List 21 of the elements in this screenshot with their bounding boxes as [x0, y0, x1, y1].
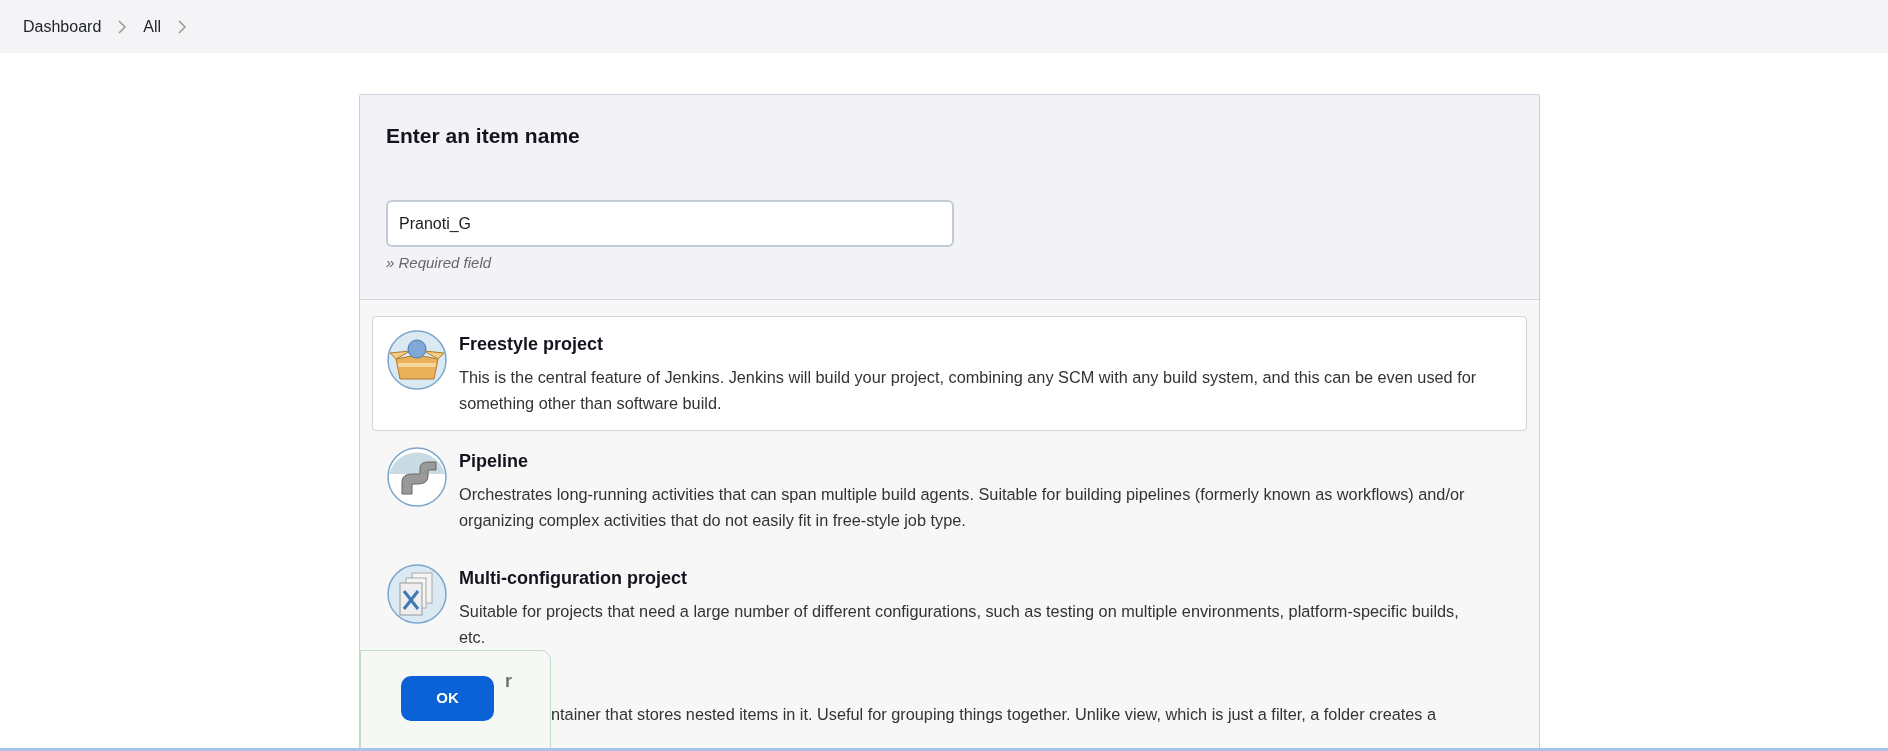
- item-type-title: Freestyle project: [459, 332, 605, 356]
- item-type-description: ntainer that stores nested items in it. Useful for grouping things together. Unlike view, which is just a filter, a folder creates a: [550, 703, 1438, 725]
- required-hint: » Required field: [386, 253, 493, 274]
- item-type-title: r: [504, 669, 513, 693]
- item-type-description: Suitable for projects that need a large number of different configurations, such as testing on multiple environments, platform-specific builds, etc.: [459, 600, 1460, 648]
- box-icon: [386, 328, 448, 391]
- breadcrumb-link[interactable]: Dashboard: [23, 14, 102, 39]
- breadcrumb-link[interactable]: All: [143, 14, 162, 39]
- item-type-description: This is the central feature of Jenkins. Jenkins will build your project, combining any SCM with any build system, and this can be even used for something other than software build.: [459, 366, 1478, 414]
- item-type-option[interactable]: Freestyle project This is the central feature of Jenkins. Jenkins will build your project, combining any SCM with any build system, and this can be even used for something other than software build.: [372, 315, 1527, 431]
- chevron-icon[interactable]: [117, 19, 128, 34]
- ok-button[interactable]: OK: [401, 676, 494, 721]
- form-heading: Enter an item name: [386, 123, 581, 149]
- item-type-description: Orchestrates long-running activities that can span multiple build agents. Suitable for building pipelines (formerly known as workflows) and/or organizing complex activities that do not easily fit in free-style job type.: [459, 483, 1466, 531]
- item-type-option[interactable]: Multi-configuration project Suitable for projects that need a large number of different configurations, such as testing on multiple environments, platform-specific builds, etc.: [372, 549, 1527, 665]
- item-type-title: Multi-configuration project: [459, 566, 688, 590]
- item-type-title: Pipeline: [459, 449, 530, 473]
- documents-icon: [386, 562, 448, 625]
- item-name-field[interactable]: Pranoti_G: [386, 200, 954, 248]
- pipe-icon: [386, 445, 448, 508]
- chevron-icon[interactable]: [177, 19, 188, 34]
